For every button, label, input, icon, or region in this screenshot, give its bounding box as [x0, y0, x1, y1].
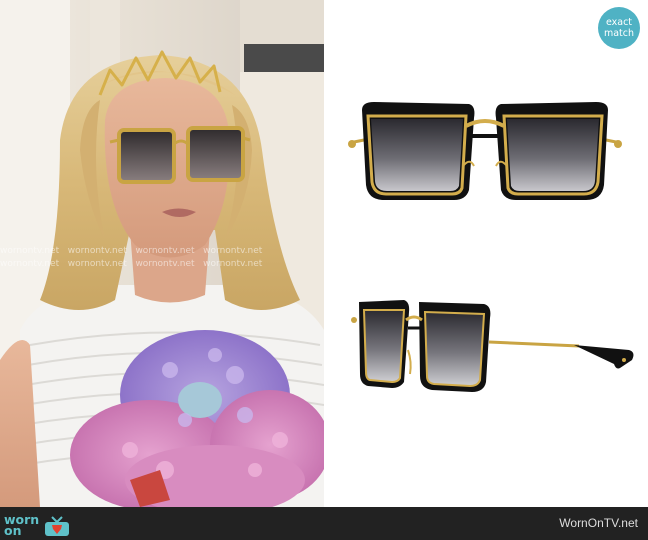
watermark-row: wornontv.net wornontv.net wornontv.net w…: [0, 246, 263, 256]
tv-icon: [45, 516, 70, 536]
badge-line2: match: [603, 28, 635, 39]
sunglasses-front-view: [348, 102, 622, 200]
product-panel: [324, 0, 648, 507]
watermark-row: wornontv.net wornontv.net wornontv.net w…: [0, 259, 263, 269]
page: wornontv.net wornontv.net wornontv.net w…: [0, 0, 648, 540]
exact-match-badge: exact match: [598, 7, 640, 49]
badge-line1: exact: [605, 17, 633, 28]
sunglasses-angled-view: [351, 300, 634, 392]
wornontv-logo[interactable]: worn on: [4, 513, 72, 537]
site-name: WornOnTV.net: [559, 516, 638, 530]
logo-wordmark: worn on: [4, 513, 39, 537]
celebrity-photo: wornontv.net wornontv.net wornontv.net w…: [0, 0, 324, 507]
footer-bar: worn on WornOnTV.net: [0, 507, 648, 540]
